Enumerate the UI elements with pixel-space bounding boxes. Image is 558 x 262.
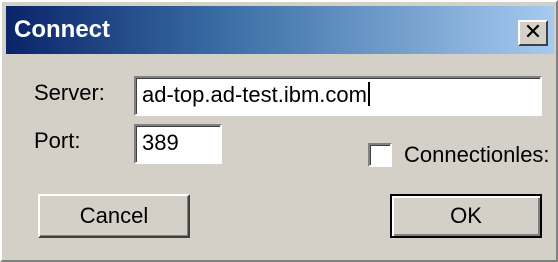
dialog-title: Connect [14, 16, 110, 43]
close-button[interactable]: ✕ [518, 20, 548, 46]
close-icon: ✕ [523, 20, 543, 45]
port-value: 389 [142, 130, 179, 155]
connectionless-label[interactable]: Connectionles: [404, 142, 550, 168]
ok-button[interactable]: OK [390, 194, 542, 238]
server-input[interactable]: ad-top.ad-test.ibm.com [134, 76, 542, 116]
connect-dialog: Connect ✕ Server: ad-top.ad-test.ibm.com… [0, 0, 558, 262]
port-input[interactable]: 389 [134, 124, 222, 164]
title-bar[interactable]: Connect ✕ [6, 6, 554, 54]
server-value: ad-top.ad-test.ibm.com [142, 82, 367, 107]
server-label: Server: [34, 80, 105, 105]
ok-button-label: OK [450, 203, 482, 228]
cancel-button-label: Cancel [79, 203, 149, 228]
connectionless-checkbox[interactable] [368, 143, 392, 167]
text-caret [367, 82, 370, 106]
cancel-button[interactable]: Cancel [38, 194, 190, 238]
port-label: Port: [34, 128, 81, 153]
